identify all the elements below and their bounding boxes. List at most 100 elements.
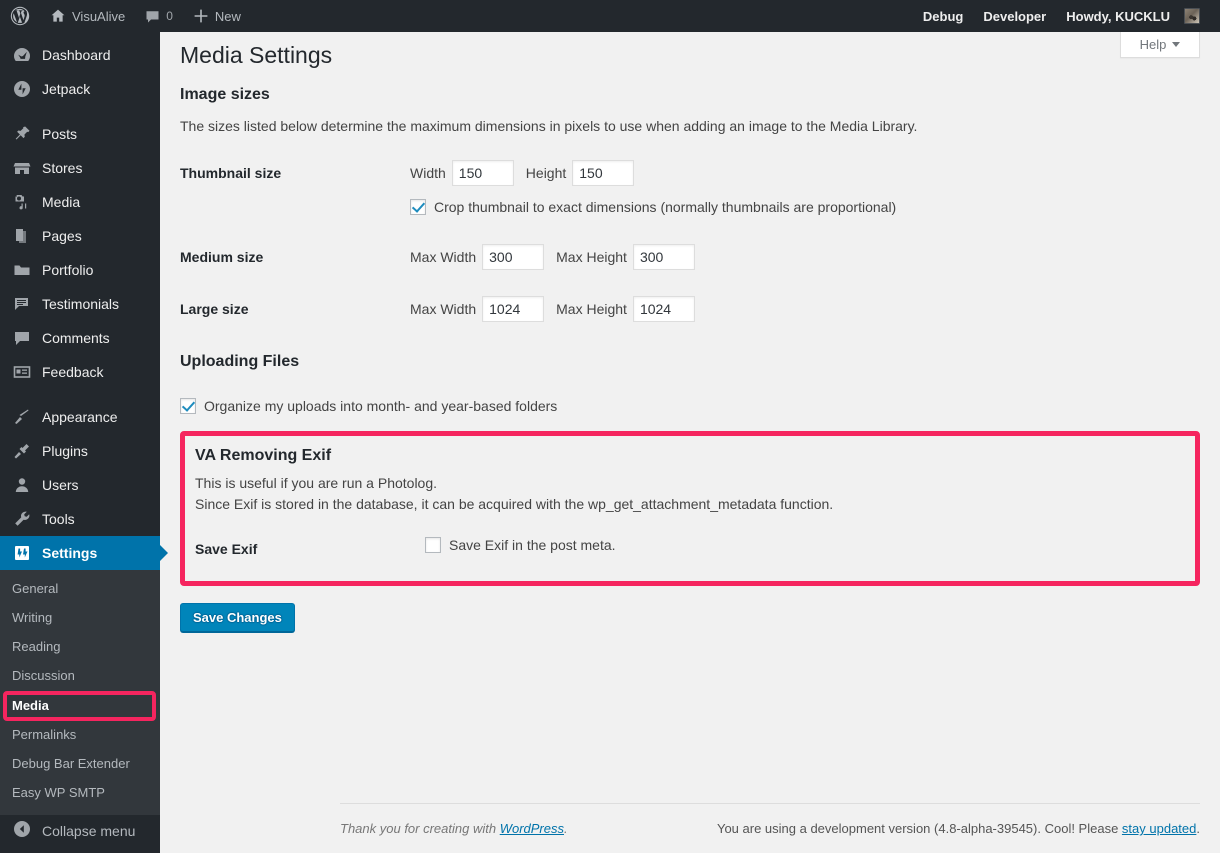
sidebar-item-label: Portfolio	[42, 262, 94, 278]
image-sizes-table: Thumbnail size Width Height	[180, 147, 1200, 335]
save-exif-checkbox-label: Save Exif in the post meta.	[449, 536, 616, 553]
comment-count: 0	[166, 9, 173, 23]
table-row-large-size: Large size Max Width Max Height	[180, 283, 1200, 335]
footer: Thank you for creating with WordPress. Y…	[340, 803, 1200, 853]
footer-version: You are using a development version (4.8…	[717, 821, 1200, 836]
large-height-input[interactable]	[632, 295, 695, 322]
uploading-files-heading: Uploading Files	[180, 352, 300, 370]
exif-description-line2: Since Exif is stored in the database, it…	[195, 496, 834, 513]
medium-width-input[interactable]	[482, 243, 545, 270]
sidebar-item-stores[interactable]: Stores	[0, 151, 160, 185]
sidebar-item-comments[interactable]: Comments	[0, 321, 160, 355]
sidebar-item-feedback[interactable]: Feedback	[0, 355, 160, 389]
sidebar-subitem-reading[interactable]: Reading	[0, 633, 160, 662]
sidebar-item-media[interactable]: Media	[0, 185, 160, 219]
footer-version-suffix: .	[1196, 821, 1200, 836]
crop-thumbnail-checkbox[interactable]	[410, 199, 426, 215]
stay-updated-link[interactable]: stay updated	[1122, 821, 1196, 836]
plus-icon	[193, 8, 209, 24]
organize-uploads-checkbox-row[interactable]: Organize my uploads into month- and year…	[180, 397, 1200, 417]
sidebar-item-jetpack[interactable]: Jetpack	[0, 72, 160, 106]
large-height-group: Max Height	[556, 295, 695, 322]
chevron-down-icon	[1172, 42, 1181, 47]
sidebar-subitem-easy-wp-smtp[interactable]: Easy WP SMTP	[0, 779, 160, 808]
sidebar-separator	[0, 389, 160, 400]
large-size-label: Large size	[180, 300, 249, 317]
sidebar-item-label: Settings	[42, 545, 98, 561]
plugin-plug-icon	[12, 441, 34, 461]
va-removing-exif-panel: VA Removing Exif This is useful if you a…	[180, 430, 1200, 587]
crop-thumbnail-checkbox-row[interactable]: Crop thumbnail to exact dimensions (norm…	[410, 198, 1190, 218]
help-button[interactable]: Help	[1120, 32, 1200, 58]
comments-menu[interactable]: 0	[135, 0, 183, 32]
sidebar-subitem-permalinks[interactable]: Permalinks	[0, 721, 160, 750]
thumbnail-width-input[interactable]	[451, 160, 514, 186]
debug-menu[interactable]: Debug	[913, 0, 973, 32]
medium-height-input[interactable]	[632, 243, 695, 270]
main-content: Help Media Settings Image sizes The size…	[160, 32, 1220, 853]
thumbnail-height-input[interactable]	[572, 160, 635, 186]
settings-submenu: General Writing Reading Discussion Media…	[0, 570, 160, 816]
wordpress-logo-menu[interactable]	[0, 0, 40, 32]
submit-wrap: Save Changes	[180, 586, 1200, 633]
sidebar-item-label: Users	[42, 477, 79, 493]
my-account-menu[interactable]: Howdy, KUCKLU	[1056, 0, 1210, 32]
sidebar-item-label: Stores	[42, 160, 83, 176]
user-icon	[12, 475, 34, 495]
sidebar-item-tools[interactable]: Tools	[0, 502, 160, 536]
developer-menu[interactable]: Developer	[973, 0, 1056, 32]
sidebar-subitem-discussion[interactable]: Discussion	[0, 662, 160, 691]
thumbnail-width-group: Width	[410, 160, 514, 186]
media-camera-icon	[12, 192, 34, 212]
sidebar-item-plugins[interactable]: Plugins	[0, 434, 160, 468]
new-content-menu[interactable]: New	[183, 0, 251, 32]
home-icon	[50, 8, 66, 24]
dashboard-icon	[12, 45, 34, 65]
sidebar-item-pages[interactable]: Pages	[0, 219, 160, 253]
thumbnail-height-label: Height	[525, 164, 567, 181]
sidebar-item-label: Plugins	[42, 443, 88, 459]
comment-bubble-icon	[145, 9, 160, 24]
image-sizes-description: The sizes listed below determine the max…	[180, 118, 918, 134]
save-changes-button[interactable]: Save Changes	[180, 603, 295, 633]
wordpress-link[interactable]: WordPress	[500, 821, 564, 836]
save-exif-checkbox-row[interactable]: Save Exif in the post meta.	[425, 536, 1175, 556]
collapse-menu-button[interactable]: Collapse menu	[0, 807, 160, 853]
organize-uploads-checkbox[interactable]	[180, 397, 196, 414]
thumbnail-size-label: Thumbnail size	[180, 165, 282, 181]
sidebar-item-settings[interactable]: Settings	[0, 536, 168, 570]
avatar	[1184, 8, 1200, 24]
sidebar-item-label: Dashboard	[42, 47, 111, 63]
sidebar-item-label: Tools	[42, 511, 75, 527]
sidebar-item-label: Pages	[42, 228, 82, 244]
wrench-icon	[12, 509, 34, 529]
sidebar-item-appearance[interactable]: Appearance	[0, 400, 160, 434]
thumbnail-height-group: Height	[525, 160, 635, 186]
crop-thumbnail-label: Crop thumbnail to exact dimensions (norm…	[434, 199, 897, 215]
exif-description-line1: This is useful if you are run a Photolog…	[195, 474, 438, 491]
footer-thanks: Thank you for creating with WordPress.	[340, 821, 568, 836]
large-width-input[interactable]	[482, 295, 545, 322]
save-exif-label: Save Exif	[195, 540, 258, 557]
large-width-label: Max Width	[410, 300, 477, 317]
table-row-thumbnail-size: Thumbnail size Width Height	[180, 147, 1200, 231]
sidebar-item-testimonials[interactable]: Testimonials	[0, 287, 160, 321]
sidebar-subitem-media-label: Media	[12, 697, 49, 713]
sidebar-item-portfolio[interactable]: Portfolio	[0, 253, 160, 287]
sidebar-subitem-debug-bar-extender[interactable]: Debug Bar Extender	[0, 750, 160, 779]
jetpack-icon	[12, 79, 34, 99]
sidebar-subitem-writing[interactable]: Writing	[0, 604, 160, 633]
table-row-save-exif: Save Exif Save Exif in the post meta.	[195, 523, 1185, 575]
sidebar-item-posts[interactable]: Posts	[0, 117, 160, 151]
sidebar-item-dashboard[interactable]: Dashboard	[0, 38, 160, 72]
sidebar-subitem-general[interactable]: General	[0, 575, 160, 604]
site-name-menu[interactable]: VisuAlive	[40, 0, 135, 32]
sidebar-item-label: Feedback	[42, 364, 104, 380]
sidebar-subitem-media[interactable]: Media	[0, 690, 160, 722]
sidebar-item-users[interactable]: Users	[0, 468, 160, 502]
new-label: New	[214, 8, 241, 24]
save-exif-checkbox[interactable]	[425, 536, 441, 553]
exif-heading: VA Removing Exif	[195, 446, 332, 464]
collapse-menu-label: Collapse menu	[42, 822, 136, 839]
wordpress-logo-icon	[10, 6, 30, 26]
